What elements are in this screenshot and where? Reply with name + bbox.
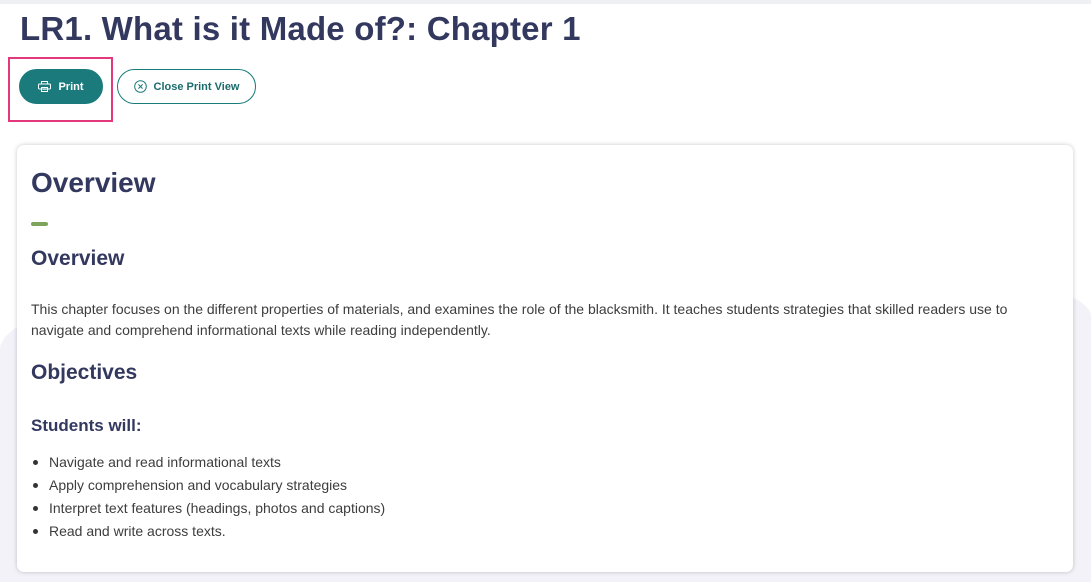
list-item: Apply comprehension and vocabulary strat… xyxy=(31,474,385,497)
content-card: Overview Overview This chapter focuses o… xyxy=(17,145,1073,572)
list-item: Read and write across texts. xyxy=(31,520,385,543)
page-title: LR1. What is it Made of?: Chapter 1 xyxy=(20,10,581,47)
close-print-view-button[interactable]: Close Print View xyxy=(117,69,256,104)
print-button-label: Print xyxy=(58,80,84,93)
top-strip xyxy=(0,0,1091,4)
overview-paragraph: This chapter focuses on the different pr… xyxy=(31,301,1008,338)
print-button[interactable]: Print xyxy=(19,69,103,104)
objectives-subheading: Students will: xyxy=(31,416,142,435)
objectives-list: Navigate and read informational texts Ap… xyxy=(31,451,385,543)
accent-divider xyxy=(31,222,48,226)
close-print-view-label: Close Print View xyxy=(153,80,240,93)
objectives-heading: Objectives xyxy=(31,361,138,384)
printer-icon xyxy=(38,81,52,92)
close-circle-icon xyxy=(133,80,147,93)
card-title: Overview xyxy=(31,167,156,198)
list-item: Interpret text features (headings, photo… xyxy=(31,497,385,520)
list-item: Navigate and read informational texts xyxy=(31,451,385,474)
overview-heading: Overview xyxy=(31,247,125,270)
